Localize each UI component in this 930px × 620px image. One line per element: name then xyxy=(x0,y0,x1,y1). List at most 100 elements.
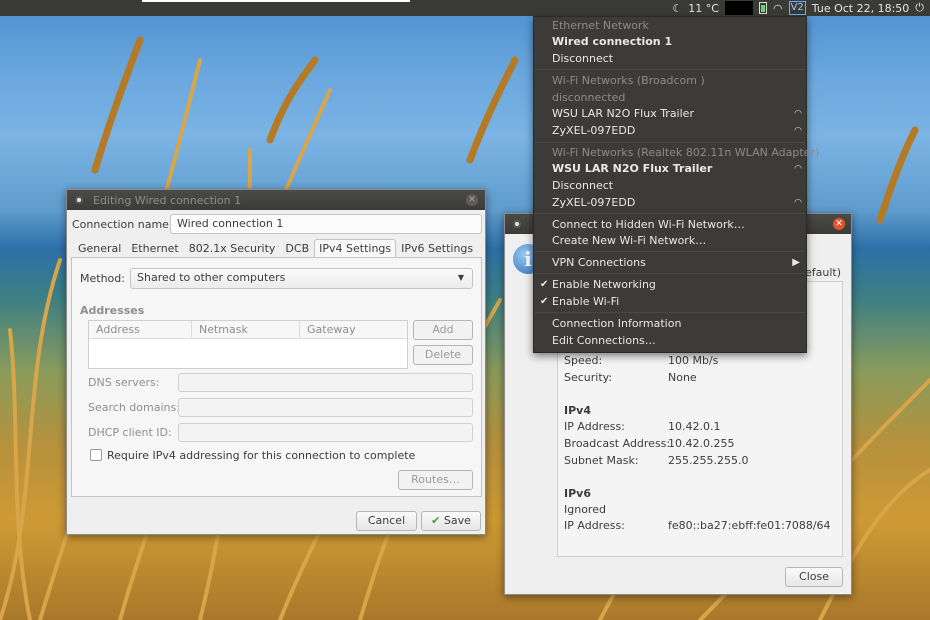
wifi-realtek-header: Wi-Fi Networks (Realtek 802.11n WLAN Ada… xyxy=(552,146,820,159)
speed-label: Speed: xyxy=(564,354,603,367)
weather-indicator[interactable]: 11 °C xyxy=(688,2,719,15)
broadcast-address-label: Broadcast Address: xyxy=(564,437,671,450)
ethernet-network-header: Ethernet Network xyxy=(552,19,649,32)
battery-icon[interactable] xyxy=(758,2,767,14)
menu-separator xyxy=(535,251,805,252)
tab-general[interactable]: General xyxy=(73,239,126,258)
dns-servers-label: DNS servers: xyxy=(88,376,160,389)
security-value: None xyxy=(668,371,697,384)
menu-separator xyxy=(535,312,805,313)
addresses-table-header: Address Netmask Gateway xyxy=(89,321,407,339)
menu-item-broadcom-network-1[interactable]: WSU LAR N2O Flux Trailer xyxy=(552,107,694,120)
tab-dcb[interactable]: DCB xyxy=(280,239,314,258)
ipv4-heading: IPv4 xyxy=(564,404,591,417)
editing-connection-window: Editing Wired connection 1 ✕ Connection … xyxy=(66,189,486,535)
clock[interactable]: Tue Oct 22, 18:50 xyxy=(812,2,910,15)
menu-separator xyxy=(535,142,805,143)
editor-title: Editing Wired connection 1 xyxy=(93,193,242,207)
checkmark-icon: ✔ xyxy=(540,279,549,290)
menu-item-create-new-wifi[interactable]: Create New Wi-Fi Network… xyxy=(552,234,706,247)
redacted-indicator xyxy=(724,1,753,15)
method-value: Shared to other computers xyxy=(137,271,286,284)
wifi-signal-icon: ◠ xyxy=(794,109,802,119)
menu-item-vpn-connections[interactable]: VPN Connections xyxy=(552,256,646,269)
wifi-signal-icon: ◠ xyxy=(794,198,802,208)
tab-8021x-security[interactable]: 802.1x Security xyxy=(184,239,281,258)
delete-address-button[interactable]: Delete xyxy=(413,345,473,365)
wifi-broadcom-header: Wi-Fi Networks (Broadcom ) xyxy=(552,74,705,87)
speed-value: 100 Mb/s xyxy=(668,354,719,367)
ipv6-heading: IPv6 xyxy=(564,487,591,500)
top-panel: ☾ 11 °C ◠ V2 Tue Oct 22, 18:50 ⏻ xyxy=(0,0,930,16)
vpn-indicator[interactable]: V2 xyxy=(788,1,806,15)
menu-item-edit-connections[interactable]: Edit Connections… xyxy=(552,334,656,347)
settings-tabs: General Ethernet 802.1x Security DCB IPv… xyxy=(73,239,478,258)
menu-item-disconnect-wired[interactable]: Disconnect xyxy=(552,52,613,65)
subnet-mask-label: Subnet Mask: xyxy=(564,454,639,467)
tab-ethernet[interactable]: Ethernet xyxy=(126,239,183,258)
require-ipv4-checkbox[interactable] xyxy=(90,449,102,461)
power-icon[interactable]: ⏻ xyxy=(915,1,924,15)
window-menu-icon[interactable] xyxy=(513,220,521,228)
menu-item-connect-hidden-wifi[interactable]: Connect to Hidden Wi-Fi Network… xyxy=(552,218,745,231)
menu-item-connection-information[interactable]: Connection Information xyxy=(552,317,681,330)
submenu-arrow-icon: ▶ xyxy=(792,257,800,268)
checkmark-icon: ✔ xyxy=(431,514,441,527)
subnet-mask-value: 255.255.255.0 xyxy=(668,454,749,467)
wifi-signal-icon: ◠ xyxy=(794,126,802,136)
ipv6-address-label: IP Address: xyxy=(564,519,625,532)
connection-name-field[interactable]: Wired connection 1 xyxy=(170,214,482,234)
broadcom-status: disconnected xyxy=(552,91,626,104)
method-select[interactable]: Shared to other computers ▼ xyxy=(130,268,473,289)
menu-item-enable-networking[interactable]: Enable Networking xyxy=(552,278,656,291)
add-address-button[interactable]: Add xyxy=(413,320,473,340)
save-label: Save xyxy=(443,514,471,527)
routes-button[interactable]: Routes… xyxy=(398,470,473,490)
broadcast-address-value: 10.42.0.255 xyxy=(668,437,735,450)
ipv4-settings-page: Method: Shared to other computers ▼ Addr… xyxy=(71,257,482,497)
ipv6-address-value: fe80::ba27:ebff:fe01:7088/64 xyxy=(668,519,831,532)
method-label: Method: xyxy=(80,272,125,285)
launcher-search-strip xyxy=(142,0,410,2)
dhcp-client-id-field[interactable] xyxy=(178,423,473,442)
menu-item-broadcom-network-2[interactable]: ZyXEL-097EDD xyxy=(552,124,635,137)
editor-titlebar[interactable]: Editing Wired connection 1 xyxy=(67,190,485,210)
search-domains-field[interactable] xyxy=(178,398,473,417)
network-menu: Ethernet Network Wired connection 1 Disc… xyxy=(533,16,819,353)
connection-name-label: Connection name: xyxy=(72,218,173,231)
security-label: Security: xyxy=(564,371,613,384)
checkmark-icon: ✔ xyxy=(540,296,549,307)
menu-item-enable-wifi[interactable]: Enable Wi-Fi xyxy=(552,295,619,308)
info-close-icon[interactable]: ✕ xyxy=(833,218,845,230)
addresses-label: Addresses xyxy=(80,304,145,317)
menu-item-realtek-active-network[interactable]: WSU LAR N2O Flux Trailer xyxy=(552,162,712,175)
column-address[interactable]: Address xyxy=(89,321,192,338)
menu-separator xyxy=(535,69,805,70)
cancel-button[interactable]: Cancel xyxy=(356,511,417,531)
tab-ipv6-settings[interactable]: IPv6 Settings xyxy=(396,239,478,258)
column-netmask[interactable]: Netmask xyxy=(192,321,300,338)
menu-separator xyxy=(535,273,805,274)
wifi-signal-icon: ◠ xyxy=(794,164,802,174)
save-button[interactable]: ✔ Save xyxy=(421,511,481,531)
info-header-partial: efault) xyxy=(805,266,842,279)
column-gateway[interactable]: Gateway xyxy=(300,321,407,338)
wifi-icon[interactable]: ◠ xyxy=(773,2,783,15)
ipv4-address-value: 10.42.0.1 xyxy=(668,420,721,433)
menu-item-disconnect-wifi[interactable]: Disconnect xyxy=(552,179,613,192)
window-menu-icon[interactable] xyxy=(75,196,83,204)
tab-ipv4-settings[interactable]: IPv4 Settings xyxy=(314,239,397,258)
editor-close-icon[interactable]: ✕ xyxy=(466,194,478,206)
menu-item-wired-connection[interactable]: Wired connection 1 xyxy=(552,35,672,48)
close-button[interactable]: Close xyxy=(785,567,843,587)
dropdown-arrow-icon: ▼ xyxy=(457,273,464,282)
menu-item-realtek-network-2[interactable]: ZyXEL-097EDD xyxy=(552,196,635,209)
ipv4-address-label: IP Address: xyxy=(564,420,625,433)
moon-icon[interactable]: ☾ xyxy=(672,2,682,15)
addresses-table[interactable]: Address Netmask Gateway xyxy=(88,320,408,369)
require-ipv4-label[interactable]: Require IPv4 addressing for this connect… xyxy=(107,449,415,462)
search-domains-label: Search domains: xyxy=(88,401,180,414)
system-tray: ☾ 11 °C ◠ V2 Tue Oct 22, 18:50 ⏻ xyxy=(672,1,924,15)
dns-servers-field[interactable] xyxy=(178,373,473,392)
dhcp-client-id-label: DHCP client ID: xyxy=(88,426,172,439)
